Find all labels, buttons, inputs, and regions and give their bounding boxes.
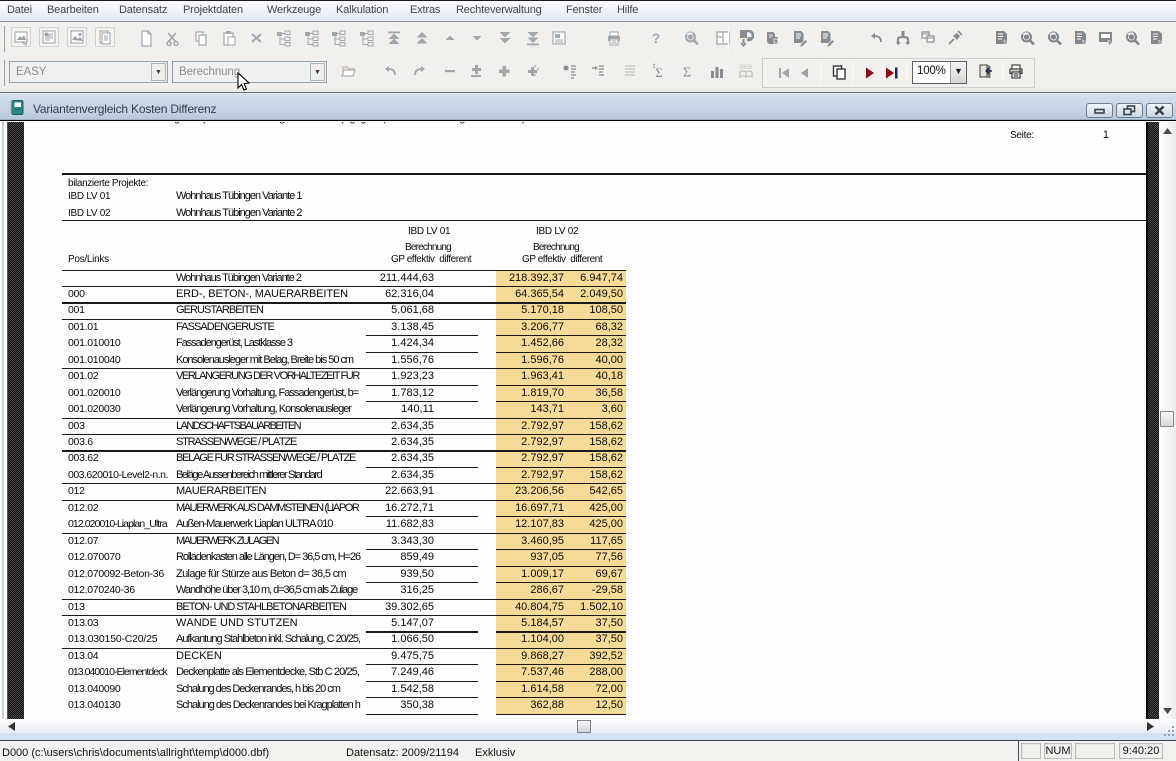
svg-text:Σ: Σ bbox=[683, 66, 691, 81]
svg-text:Σ: Σ bbox=[655, 65, 663, 80]
svg-text:REB: REB bbox=[740, 65, 752, 71]
svg-text:?: ? bbox=[652, 30, 661, 46]
